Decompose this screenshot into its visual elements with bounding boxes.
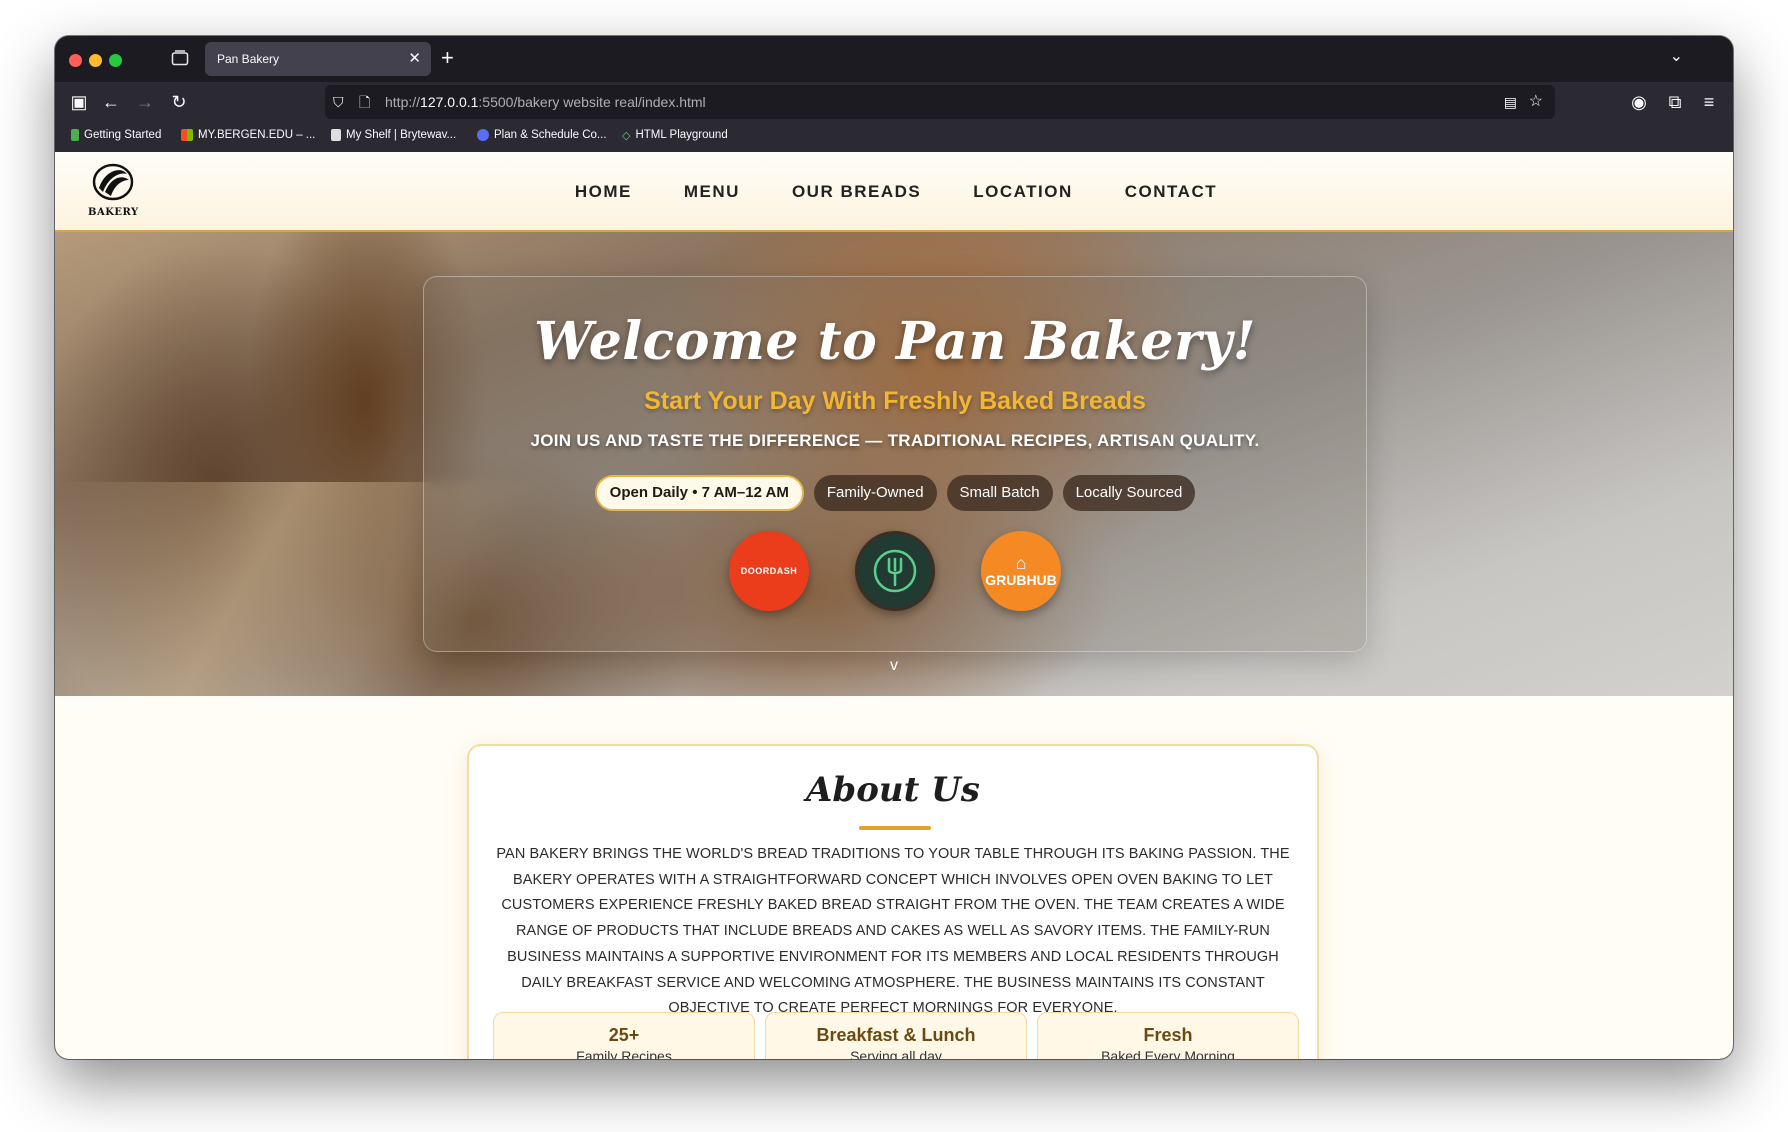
bookmark-getting-started[interactable]: Getting Started: [71, 129, 161, 141]
tab-overview-icon[interactable]: [171, 50, 189, 66]
delivery-links: DOORDASH ⌂ GRUBHUB: [424, 531, 1366, 611]
stat-label: Baked Every Morning: [1101, 1048, 1235, 1059]
page-viewport: BAKERY HOME MENU OUR BREADS LOCATION CON…: [55, 152, 1733, 1059]
nav-our-breads[interactable]: OUR BREADS: [792, 152, 921, 232]
back-icon[interactable]: ←: [101, 92, 121, 112]
main-nav: HOME MENU OUR BREADS LOCATION CONTACT: [55, 152, 1733, 232]
grubhub-house-icon: ⌂: [1015, 553, 1027, 573]
nav-home[interactable]: HOME: [575, 152, 632, 232]
tab-bar: Pan Bakery ✕ + ⌄: [55, 36, 1733, 82]
about-body: PAN BAKERY BRINGS THE WORLD'S BREAD TRAD…: [496, 846, 1290, 1017]
new-tab-icon[interactable]: +: [441, 44, 454, 72]
url-host: 127.0.0.1: [420, 94, 479, 110]
hero-subtitle: Start Your Day With Freshly Baked Breads: [644, 387, 1146, 415]
close-window-button[interactable]: [69, 54, 82, 67]
microsoft-icon: [181, 129, 193, 141]
browser-window: Pan Bakery ✕ + ⌄ ▣ ← → ↻ ⛉ 🗋 http://127.…: [55, 36, 1733, 1059]
bookmark-my-bergen[interactable]: MY.BERGEN.EDU – ...: [181, 129, 315, 141]
about-title: About Us: [806, 770, 980, 810]
minimize-window-button[interactable]: [89, 54, 102, 67]
hero-section: Welcome to Pan Bakery! Start Your Day Wi…: [55, 232, 1733, 696]
account-icon[interactable]: ◉: [1629, 92, 1649, 112]
forward-icon[interactable]: →: [135, 92, 155, 112]
title-underline: [859, 826, 931, 830]
hero-title: Welcome to Pan Bakery!: [534, 311, 1256, 372]
tab-close-icon[interactable]: ✕: [408, 42, 421, 76]
bookmark-label: MY.BERGEN.EDU – ...: [198, 129, 316, 141]
url-prefix: http://: [385, 94, 421, 110]
bookmark-plan-schedule[interactable]: Plan & Schedule Co...: [477, 129, 607, 141]
menu-icon[interactable]: ≡: [1699, 92, 1719, 112]
bookmarks-bar: Getting Started MY.BERGEN.EDU – ... My S…: [55, 122, 1733, 152]
hero-card: Welcome to Pan Bakery! Start Your Day Wi…: [423, 276, 1367, 652]
maximize-window-button[interactable]: [109, 54, 122, 67]
nav-contact[interactable]: CONTACT: [1125, 152, 1217, 232]
bookmark-html-playground[interactable]: ◇ HTML Playground: [622, 129, 728, 142]
fork-icon: [873, 549, 917, 593]
navigation-toolbar: ▣ ← → ↻ ⛉ 🗋 http://127.0.0.1:5500/bakery…: [55, 82, 1733, 122]
site-header: BAKERY HOME MENU OUR BREADS LOCATION CON…: [55, 152, 1733, 232]
extensions-icon[interactable]: ⧉: [1665, 92, 1685, 112]
nav-location[interactable]: LOCATION: [973, 152, 1073, 232]
feature-pills: Open Daily • 7 AM–12 AM Family-Owned Sma…: [424, 475, 1366, 511]
page-info-icon[interactable]: 🗋: [359, 85, 370, 119]
code-icon: ◇: [622, 130, 631, 142]
stat-value: 25+: [608, 1025, 640, 1045]
hero-tagline: JOIN US AND TASTE THE DIFFERENCE — TRADI…: [530, 431, 1260, 450]
url-bar[interactable]: ⛉ 🗋 http://127.0.0.1:5500/bakery website…: [325, 85, 1555, 119]
order-fork-button[interactable]: [855, 531, 935, 611]
stat-card-recipes: 25+ Family Recipes: [493, 1012, 755, 1059]
doordash-label: DOORDASH: [740, 566, 798, 576]
chevron-down-icon[interactable]: v: [55, 657, 1733, 675]
doordash-button[interactable]: DOORDASH: [729, 531, 809, 611]
grubhub-label: GRUBHUB: [985, 572, 1057, 588]
stats-row: 25+ Family Recipes Breakfast & Lunch Ser…: [493, 1012, 1299, 1059]
flag-icon: [71, 129, 79, 141]
stat-card-hours: Breakfast & Lunch Serving all day: [765, 1012, 1027, 1059]
grubhub-button[interactable]: ⌂ GRUBHUB: [981, 531, 1061, 611]
about-section: About Us PAN BAKERY BRINGS THE WORLD'S B…: [467, 744, 1319, 1059]
globe-icon: [477, 129, 489, 141]
stat-card-fresh: Fresh Baked Every Morning: [1037, 1012, 1299, 1059]
document-icon: [331, 129, 341, 141]
bookmark-label: Plan & Schedule Co...: [494, 129, 607, 141]
bookmark-star-icon[interactable]: ☆: [1529, 85, 1543, 119]
family-owned-pill: Family-Owned: [813, 475, 937, 511]
nav-menu[interactable]: MENU: [684, 152, 740, 232]
bookmark-label: HTML Playground: [635, 129, 728, 141]
tab-title: Pan Bakery: [217, 52, 280, 66]
bookmark-label: Getting Started: [84, 129, 162, 141]
stat-label: Family Recipes: [576, 1048, 672, 1059]
url-path: :5500/bakery website real/index.html: [478, 94, 706, 110]
bookmark-my-shelf[interactable]: My Shelf | Brytewav...: [331, 129, 456, 141]
hours-pill: Open Daily • 7 AM–12 AM: [594, 475, 804, 511]
sidebar-icon[interactable]: ▣: [69, 92, 89, 112]
bookmark-label: My Shelf | Brytewav...: [346, 129, 457, 141]
tab-list-chevron-icon[interactable]: ⌄: [1670, 46, 1683, 66]
stat-label: Serving all day: [850, 1048, 942, 1059]
reader-view-icon[interactable]: ▤: [1504, 85, 1517, 119]
small-batch-pill: Small Batch: [946, 475, 1053, 511]
active-tab[interactable]: Pan Bakery ✕: [205, 42, 431, 76]
stat-value: Fresh: [1143, 1025, 1193, 1045]
stat-value: Breakfast & Lunch: [816, 1025, 976, 1045]
reload-icon[interactable]: ↻: [169, 92, 189, 112]
locally-sourced-pill: Locally Sourced: [1062, 475, 1196, 511]
shield-icon[interactable]: ⛉: [333, 85, 344, 119]
